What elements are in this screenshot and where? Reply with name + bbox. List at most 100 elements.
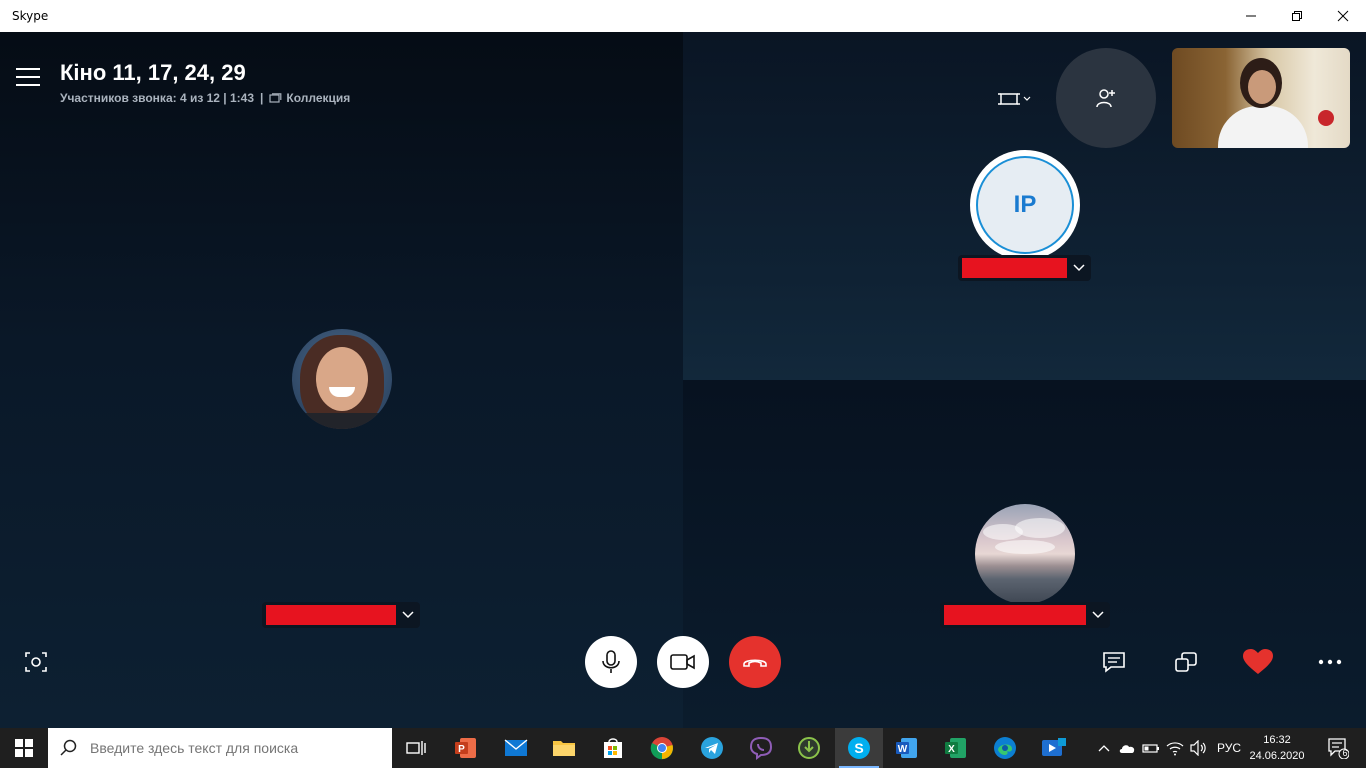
restore-icon: [1292, 11, 1302, 21]
self-video-face: [1248, 70, 1276, 104]
windows-logo-icon: [15, 739, 33, 757]
wifi-icon: [1166, 742, 1184, 756]
redacted-name: [944, 605, 1086, 625]
notification-count: 6: [1342, 748, 1348, 758]
video-button[interactable]: [657, 636, 709, 688]
collection-link[interactable]: Коллекция: [269, 91, 350, 105]
close-icon: [1337, 10, 1349, 22]
download-app-icon: [798, 737, 820, 759]
network-tray[interactable]: [1164, 728, 1186, 768]
window-title: Skype: [12, 9, 49, 23]
menu-button[interactable]: [16, 68, 40, 88]
menu-icon-line: [16, 68, 40, 70]
chat-button[interactable]: [1098, 646, 1130, 678]
search-icon: [60, 739, 77, 756]
heart-icon: [1243, 649, 1273, 674]
add-person-icon: [1096, 89, 1115, 108]
skype-icon: S: [848, 737, 870, 759]
taskbar-excel[interactable]: X: [932, 728, 980, 768]
more-icon: [1318, 659, 1342, 665]
redacted-name: [266, 605, 396, 625]
taskbar-edge[interactable]: [981, 728, 1029, 768]
taskbar-store[interactable]: [589, 728, 637, 768]
participant-name-chip: [262, 602, 420, 628]
volume-tray[interactable]: [1188, 728, 1210, 768]
language-indicator[interactable]: РУС: [1212, 728, 1246, 768]
collection-icon: [269, 92, 282, 103]
search-input[interactable]: [90, 740, 370, 756]
edge-icon: [994, 737, 1016, 759]
chevron-down-icon: [1073, 264, 1085, 272]
participant-avatar-sky[interactable]: [975, 504, 1075, 604]
minimize-icon: [1246, 15, 1256, 17]
cloud-icon: [1119, 745, 1135, 753]
onedrive-tray[interactable]: [1116, 728, 1138, 768]
show-hidden-icons-button[interactable]: [1094, 728, 1114, 768]
taskbar-file-explorer[interactable]: [540, 728, 588, 768]
chevron-down-icon: [1023, 96, 1031, 101]
taskbar-powerpoint[interactable]: P: [442, 728, 490, 768]
taskbar-skype[interactable]: S: [835, 728, 883, 768]
self-video-logo: [1318, 110, 1334, 126]
self-video-preview[interactable]: [1172, 48, 1350, 148]
minimize-button[interactable]: [1228, 0, 1274, 32]
share-screen-button[interactable]: [1170, 646, 1202, 678]
svg-text:P: P: [458, 744, 465, 755]
avatar-cloud: [995, 540, 1055, 554]
restore-button[interactable]: [1274, 0, 1320, 32]
participant-options-button[interactable]: [1090, 607, 1106, 623]
taskbar-word[interactable]: W: [883, 728, 931, 768]
call-title: Кіно 11, 17, 24, 29: [60, 60, 246, 85]
taskbar-telegram[interactable]: [688, 728, 736, 768]
chrome-icon: [650, 737, 674, 760]
folder-icon: [553, 741, 575, 756]
powerpoint-icon: P: [455, 738, 476, 758]
taskbar-clock[interactable]: 16:32 24.06.2020: [1246, 732, 1308, 764]
camera-snapshot-icon: [25, 652, 47, 672]
window-titlebar: Skype: [0, 0, 1366, 32]
avatar-face: [316, 347, 368, 411]
taskbar-mail[interactable]: [492, 728, 540, 768]
taskbar-search[interactable]: [48, 728, 392, 768]
participant-count: Участников звонка: 4 из 12 | 1:43: [60, 91, 255, 105]
taskbar: P: [0, 728, 1366, 768]
close-button[interactable]: [1320, 0, 1366, 32]
svg-text:S: S: [854, 740, 863, 756]
battery-tray[interactable]: [1140, 728, 1162, 768]
store-icon: [604, 738, 622, 758]
task-view-button[interactable]: [392, 728, 440, 768]
call-area: Кіно 11, 17, 24, 29 Участников звонка: 4…: [0, 32, 1366, 728]
call-info: Участников звонка: 4 из 12 | 1:43 | Колл…: [60, 91, 350, 105]
taskbar-viber[interactable]: [737, 728, 785, 768]
collection-label: Коллекция: [286, 91, 351, 105]
task-view-icon: [406, 741, 426, 755]
svg-text:W: W: [898, 744, 908, 755]
participant-avatar-ip[interactable]: IP: [970, 150, 1080, 260]
chat-icon: [1103, 652, 1125, 673]
participant-options-button[interactable]: [1071, 260, 1087, 276]
taskbar-video-editor[interactable]: [1030, 728, 1078, 768]
participant-name-chip: [958, 255, 1091, 281]
share-screen-icon: [1175, 652, 1197, 672]
self-video-person: [1218, 106, 1308, 148]
action-center-button[interactable]: 6: [1318, 728, 1358, 768]
participant-avatar-photo[interactable]: [292, 329, 392, 429]
clock-time: 16:32: [1263, 734, 1291, 746]
layout-switch-button[interactable]: [998, 88, 1034, 110]
speaker-icon: [1190, 740, 1206, 756]
chevron-down-icon: [402, 611, 414, 619]
taskbar-app-green[interactable]: [785, 728, 833, 768]
video-editor-icon: [1042, 738, 1066, 756]
add-participant-button[interactable]: [1056, 48, 1156, 148]
mute-button[interactable]: [585, 636, 637, 688]
microphone-icon: [602, 650, 620, 673]
taskbar-chrome[interactable]: [638, 728, 686, 768]
menu-icon-line: [16, 84, 40, 86]
snapshot-button[interactable]: [20, 646, 52, 678]
more-options-button[interactable]: [1314, 646, 1346, 678]
hang-up-button[interactable]: [729, 636, 781, 688]
react-button[interactable]: [1242, 646, 1274, 678]
start-button[interactable]: [0, 728, 48, 768]
battery-icon: [1142, 744, 1159, 753]
participant-options-button[interactable]: [400, 607, 416, 623]
